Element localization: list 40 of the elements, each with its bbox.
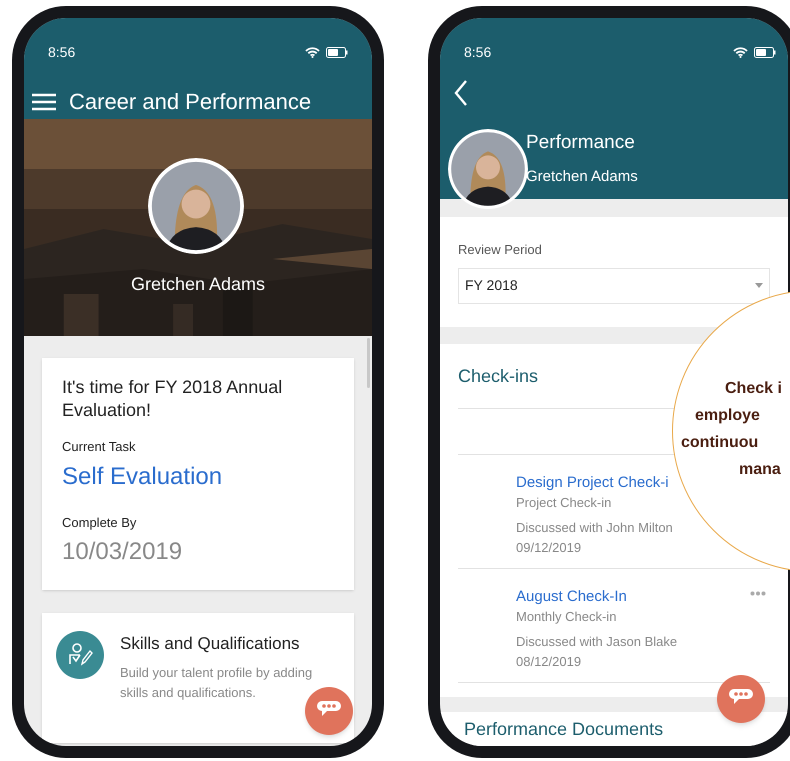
- battery-icon: [326, 47, 348, 58]
- checkin-title[interactable]: Design Project Check-i: [516, 473, 669, 493]
- checkin-date: 08/12/2019: [516, 653, 582, 671]
- scrollbar: [367, 338, 370, 388]
- card-title: It's time for FY 2018 Annual Evaluation!: [62, 376, 284, 422]
- checkin-date: 09/12/2019: [516, 539, 582, 557]
- checkin-type: Project Check-in: [516, 494, 612, 512]
- review-period-select[interactable]: FY 2018: [458, 268, 770, 304]
- dropdown-icon: [755, 283, 763, 288]
- header-subtitle: Gretchen Adams: [526, 166, 638, 186]
- field-label: Complete By: [62, 514, 138, 532]
- skills-card[interactable]: Skills and Qualifications Build your talent profile by adding skills and qualifications.: [42, 613, 354, 742]
- callout-text: mana: [739, 460, 781, 480]
- header-title: Career and Performance: [69, 88, 312, 116]
- menu-icon[interactable]: [32, 92, 56, 110]
- checkin-discussed: Discussed with John Milton: [516, 519, 674, 537]
- status-time: 8:56: [48, 43, 76, 62]
- callout-text: continuou: [681, 433, 758, 453]
- field-label: Current Task: [62, 438, 136, 456]
- section-title: Check-ins: [458, 364, 538, 388]
- back-icon[interactable]: [454, 79, 468, 107]
- person-edit-icon: [56, 631, 104, 679]
- header-title: Performance: [526, 131, 636, 155]
- callout-text: Check i: [725, 379, 782, 399]
- due-date: 10/03/2019: [62, 537, 184, 567]
- card-title: Skills and Qualifications: [120, 633, 301, 655]
- section-title: Performance Documents: [464, 719, 664, 739]
- profile-name: Gretchen Adams: [130, 273, 266, 296]
- status-time: 8:56: [464, 43, 492, 62]
- checkin-title[interactable]: August Check-In: [516, 587, 627, 607]
- battery-icon: [754, 47, 776, 58]
- card-description: Build your talent profile by adding skills and qualifications.: [120, 664, 314, 702]
- more-icon[interactable]: [750, 591, 766, 596]
- wifi-icon: [733, 47, 748, 58]
- checkin-type: Monthly Check-in: [516, 608, 618, 626]
- wifi-icon: [305, 47, 320, 58]
- field-label: Review Period: [458, 241, 543, 259]
- callout-text: employe: [695, 406, 760, 426]
- checkin-discussed: Discussed with Jason Blake: [516, 633, 678, 651]
- task-link[interactable]: Self Evaluation: [62, 458, 334, 494]
